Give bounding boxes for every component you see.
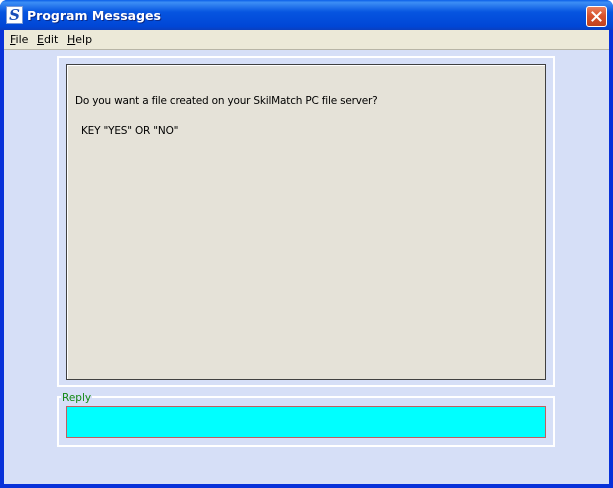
menu-help[interactable]: Help — [67, 33, 92, 46]
menu-file-label: ile — [15, 33, 29, 46]
title-bar[interactable]: S Program Messages — [0, 0, 613, 30]
menu-edit-accel: E — [37, 33, 44, 46]
message-line-instruction: KEY "YES" OR "NO" — [81, 125, 179, 137]
message-line-question: Do you want a file created on your SkilM… — [75, 95, 378, 107]
message-area: Do you want a file created on your SkilM… — [66, 64, 546, 380]
menu-file[interactable]: File — [10, 33, 28, 46]
menu-edit-label: dit — [43, 33, 59, 46]
program-messages-window: S Program Messages File Edit Help Do you… — [0, 0, 613, 488]
reply-input[interactable] — [66, 406, 546, 438]
skilmatch-app-icon[interactable]: S — [6, 6, 23, 24]
menu-edit[interactable]: Edit — [37, 33, 58, 46]
reply-label: Reply — [61, 392, 93, 404]
menu-help-label: elp — [75, 33, 93, 46]
app-icon-letter: S — [9, 6, 20, 24]
menu-bar: File Edit Help — [4, 30, 609, 50]
client-area: File Edit Help Do you want a file create… — [4, 30, 609, 484]
close-icon — [591, 11, 602, 22]
close-button[interactable] — [586, 6, 607, 27]
window-title: Program Messages — [27, 8, 161, 23]
